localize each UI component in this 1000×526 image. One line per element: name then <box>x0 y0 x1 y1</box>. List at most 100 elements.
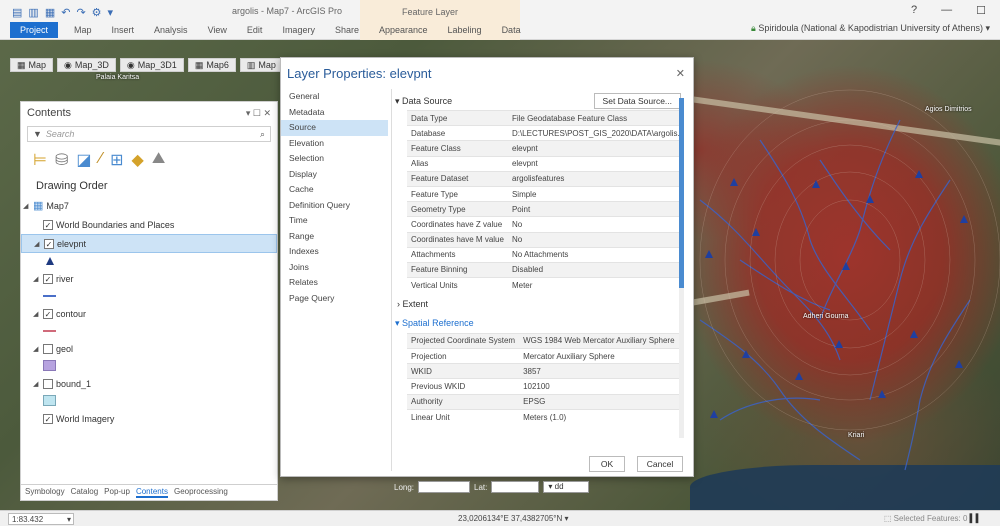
data-source-section-header[interactable]: ▾ Data Source Set Data Source... <box>395 92 681 110</box>
nav-range[interactable]: Range <box>281 229 388 245</box>
scale-select[interactable]: 1:83.432 ▾ <box>8 513 74 525</box>
undo-icon[interactable]: ↶ <box>61 6 70 19</box>
tab-data[interactable]: Data <box>492 22 531 38</box>
list-by-data-source-icon[interactable]: ⛁ <box>55 150 68 170</box>
nav-general[interactable]: General <box>281 89 388 105</box>
nav-indexes[interactable]: Indexes <box>281 244 388 260</box>
ok-button[interactable]: OK <box>589 456 625 472</box>
tree-node-map[interactable]: ◢ ▦ Map7 <box>21 196 277 215</box>
nav-source[interactable]: Source <box>281 120 388 136</box>
line-symbol-icon[interactable] <box>43 330 56 332</box>
tree-node-layer[interactable]: ◢ ✓ contour <box>21 304 277 323</box>
tree-node-layer[interactable]: ◢ bound_1 <box>21 374 277 393</box>
nav-metadata[interactable]: Metadata <box>281 105 388 121</box>
collapse-icon[interactable]: ◢ <box>33 310 43 318</box>
collapse-icon[interactable]: ◢ <box>34 240 44 248</box>
layer-visibility-checkbox[interactable] <box>43 378 53 389</box>
tab-share[interactable]: Share <box>325 22 369 38</box>
nav-elevation[interactable]: Elevation <box>281 136 388 152</box>
tab-edit[interactable]: Edit <box>237 22 273 38</box>
view-tab-map[interactable]: ▦ Map <box>10 58 54 72</box>
new-project-icon[interactable]: ▤ <box>12 6 22 19</box>
pane-controls[interactable]: ▾ ☐ ✕ <box>246 108 271 119</box>
set-data-source-button[interactable]: Set Data Source... <box>593 93 681 109</box>
tab-insert[interactable]: Insert <box>102 22 145 38</box>
line-symbol-icon[interactable] <box>43 295 56 297</box>
list-by-labeling-icon[interactable]: ◆ <box>132 150 144 170</box>
nav-time[interactable]: Time <box>281 213 388 229</box>
nav-display[interactable]: Display <box>281 167 388 183</box>
open-project-icon[interactable]: ▥ <box>28 6 38 19</box>
layer-visibility-checkbox[interactable]: ✓ <box>43 308 53 319</box>
list-by-perspective-icon[interactable]: ⛰ <box>152 150 165 170</box>
filter-icon[interactable]: ▼ <box>33 129 42 139</box>
tab-catalog[interactable]: Catalog <box>71 487 99 498</box>
redo-icon[interactable]: ↷ <box>76 6 85 19</box>
nav-page-query[interactable]: Page Query <box>281 291 388 307</box>
tree-node-layer-selected[interactable]: ◢ ✓ elevpnt <box>21 234 277 253</box>
scrollbar-thumb[interactable] <box>679 98 684 288</box>
tab-imagery[interactable]: Imagery <box>272 22 325 38</box>
layer-visibility-checkbox[interactable]: ✓ <box>43 273 53 284</box>
nav-selection[interactable]: Selection <box>281 151 388 167</box>
layer-visibility-checkbox[interactable]: ✓ <box>43 413 53 424</box>
list-by-selection-icon[interactable]: ◪ <box>76 150 91 170</box>
coordinate-format-select[interactable]: ▾ dd <box>543 481 590 493</box>
collapse-icon[interactable]: ◢ <box>33 275 43 283</box>
minimize-button[interactable]: — <box>941 4 952 17</box>
tab-geoprocessing[interactable]: Geoprocessing <box>174 487 228 498</box>
polygon-symbol-icon[interactable] <box>43 360 56 371</box>
tab-view[interactable]: View <box>198 22 237 38</box>
view-tab-map-layout[interactable]: ▥ Map <box>239 58 283 72</box>
pause-icon[interactable]: ▍▍ <box>970 514 982 523</box>
tab-popup[interactable]: Pop-up <box>104 487 130 498</box>
tab-map[interactable]: Map <box>64 22 102 38</box>
tab-contents[interactable]: Contents <box>135 487 168 498</box>
layer-visibility-checkbox[interactable]: ✓ <box>43 219 53 230</box>
tree-node-layer[interactable]: ✓ World Boundaries and Places <box>21 215 277 234</box>
tab-labeling[interactable]: Labeling <box>438 22 492 38</box>
chevron-down-icon[interactable]: ▾ <box>108 6 114 19</box>
triangle-marker-icon[interactable] <box>46 257 54 265</box>
view-tab-map6[interactable]: ▦ Map6 <box>187 58 236 72</box>
chevron-down-icon[interactable]: ▾ <box>565 514 569 523</box>
tree-node-layer[interactable]: ✓ World Imagery <box>21 409 277 428</box>
map-place-label: Kriari <box>848 432 865 439</box>
view-tab-map-3d1[interactable]: ◉ Map_3D1 <box>119 58 184 72</box>
maximize-button[interactable]: ☐ <box>976 4 986 17</box>
help-button[interactable]: ? <box>911 4 917 17</box>
close-icon[interactable]: ✕ <box>676 67 685 80</box>
tab-analysis[interactable]: Analysis <box>144 22 198 38</box>
list-by-snapping-icon[interactable]: ⊞ <box>110 150 123 170</box>
collapse-icon[interactable]: ◢ <box>33 380 43 388</box>
tree-node-layer[interactable]: ◢ ✓ river <box>21 269 277 288</box>
contents-search-input[interactable]: ▼ Search ⌕ <box>27 126 271 142</box>
spatial-reference-section-header[interactable]: ▾ Spatial Reference <box>395 315 681 333</box>
polygon-symbol-icon[interactable] <box>43 395 56 406</box>
dialog-scrollbar[interactable] <box>679 98 684 438</box>
nav-cache[interactable]: Cache <box>281 182 388 198</box>
nav-definition-query[interactable]: Definition Query <box>281 198 388 214</box>
list-by-editing-icon[interactable]: ∕ <box>99 150 102 170</box>
tree-node-layer[interactable]: ◢ geol <box>21 339 277 358</box>
latitude-input[interactable] <box>491 481 540 493</box>
extent-section-header[interactable]: › Extent <box>395 293 681 315</box>
save-icon[interactable]: ▦ <box>45 6 55 19</box>
tab-appearance[interactable]: Appearance <box>369 22 438 38</box>
gear-icon[interactable]: ⚙ <box>92 6 102 19</box>
tab-symbology[interactable]: Symbology <box>25 487 65 498</box>
tab-project[interactable]: Project <box>10 22 59 38</box>
layer-visibility-checkbox[interactable] <box>43 343 53 354</box>
collapse-icon[interactable]: ◢ <box>33 345 43 353</box>
selected-features[interactable]: ⬚ Selected Features: 0 ▍▍ <box>884 514 982 523</box>
user-account[interactable]: 🔒︎ Spiridoula (National & Kapodistrian U… <box>751 23 990 34</box>
list-by-drawing-order-icon[interactable]: ⊨ <box>33 150 47 170</box>
cancel-button[interactable]: Cancel <box>637 456 683 472</box>
view-tab-map-3d[interactable]: ◉ Map_3D <box>57 58 116 72</box>
layer-visibility-checkbox[interactable]: ✓ <box>44 238 54 249</box>
collapse-icon[interactable]: ◢ <box>23 202 33 210</box>
longitude-input[interactable] <box>418 481 471 493</box>
nav-relates[interactable]: Relates <box>281 275 388 291</box>
search-icon[interactable]: ⌕ <box>260 129 265 140</box>
nav-joins[interactable]: Joins <box>281 260 388 276</box>
